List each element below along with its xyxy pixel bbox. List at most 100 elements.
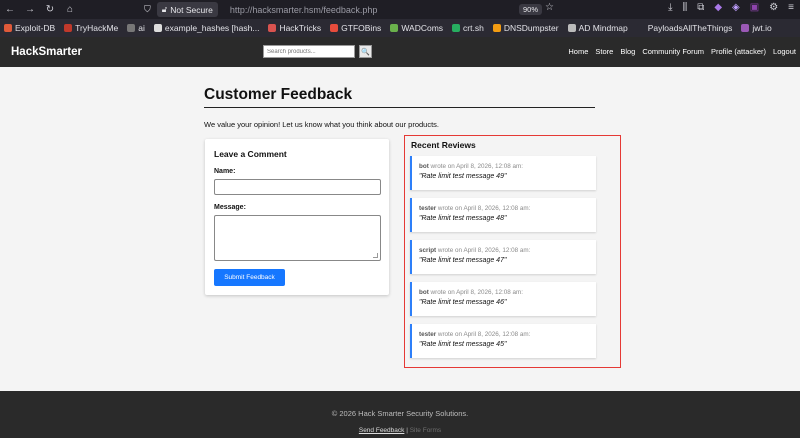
site-header: HackSmarter 🔍 Home Store Blog Community …	[0, 37, 800, 67]
review-text: "Rate limit test message 45"	[419, 341, 507, 348]
comment-form-title: Leave a Comment	[214, 149, 287, 159]
browser-toolbar: ← → ↻ ⌂ ⛉ 🔓︎ Not Secure http://hacksmart…	[0, 0, 800, 19]
bookmark-label: WADComs	[401, 23, 444, 33]
home-icon[interactable]: ⌂	[60, 4, 80, 15]
bookmark-item[interactable]: WADComs	[390, 23, 443, 33]
bookmark-item[interactable]: jwt.io	[741, 23, 772, 33]
bookmarks-bar: Exploit-DB TryHackMe ai example_hashes [has…	[0, 19, 800, 37]
review-text: "Rate limit test message 46"	[419, 299, 507, 306]
review-date: wrote on April 8, 2026, 12:08 am:	[436, 205, 531, 212]
review-meta: tester wrote on April 8, 2026, 12:08 am:	[419, 205, 530, 212]
review-text: "Rate limit test message 48"	[419, 215, 507, 222]
review-author: tester	[419, 331, 437, 338]
bookmark-item[interactable]: Exploit-DB	[4, 23, 55, 33]
review-text: "Rate limit test message 49"	[419, 173, 507, 180]
settings-icon[interactable]: ⚙	[769, 2, 778, 13]
nav-profile[interactable]: Profile (attacker)	[711, 47, 766, 56]
extension-icon-4[interactable]: ▣	[750, 2, 759, 13]
bookmark-item[interactable]: crt.sh	[452, 23, 484, 33]
review-meta: bot wrote on April 8, 2026, 12:08 am:	[419, 163, 523, 170]
bookmark-label: Exploit-DB	[15, 23, 56, 33]
security-label: Not Secure	[170, 4, 213, 15]
footer-other-link[interactable]: Site Forms	[410, 427, 441, 434]
title-divider	[204, 107, 595, 108]
bookmark-star-icon[interactable]: ☆	[545, 2, 554, 13]
forward-icon[interactable]: →	[20, 4, 40, 15]
footer-copyright: © 2026 Hack Smarter Security Solutions.	[331, 409, 469, 418]
bookmark-item[interactable]: DNSDumpster	[492, 23, 559, 33]
bookmark-favicon-icon	[268, 24, 277, 32]
bookmark-item[interactable]: ai	[127, 23, 145, 33]
bookmark-favicon-icon	[4, 24, 12, 32]
download-icon[interactable]: ⤓	[668, 2, 672, 13]
footer-send-feedback-link[interactable]: Send Feedback	[359, 427, 405, 434]
review-item: script wrote on April 8, 2026, 12:08 am:…	[410, 240, 596, 274]
message-label: Message:	[214, 204, 246, 211]
name-label: Name:	[214, 168, 236, 175]
search-form: 🔍	[263, 45, 372, 58]
review-date: wrote on April 8, 2026, 12:08 am:	[436, 247, 531, 254]
submit-feedback-button[interactable]: Submit Feedback	[214, 269, 285, 286]
comment-form-card: Leave a Comment Name: Message: Submit Fe…	[205, 139, 389, 295]
bookmark-item[interactable]: PayloadsAllTheThings	[636, 23, 732, 33]
review-date: wrote on April 8, 2026, 12:08 am:	[436, 331, 531, 338]
bookmark-label: example_hashes [hash...	[164, 23, 260, 33]
extension-icon[interactable]: ⧉	[697, 2, 704, 13]
review-meta: tester wrote on April 8, 2026, 12:08 am:	[419, 331, 530, 338]
bookmark-item[interactable]: TryHackMe	[64, 23, 118, 33]
footer-links: Send Feedback | Site Forms	[0, 427, 800, 434]
bookmark-favicon-icon	[567, 24, 576, 32]
review-text: "Rate limit test message 47"	[419, 257, 507, 264]
site-footer: © 2026 Hack Smarter Security Solutions. …	[0, 391, 800, 438]
search-button[interactable]: 🔍	[359, 45, 372, 58]
bookmark-label: AD Mindmap	[578, 23, 628, 33]
site-brand[interactable]: HackSmarter	[11, 46, 82, 58]
review-date: wrote on April 8, 2026, 12:08 am:	[428, 163, 523, 170]
shield-icon: ⛉	[144, 4, 151, 14]
menu-icon[interactable]: ≡	[788, 2, 794, 13]
review-meta: script wrote on April 8, 2026, 12:08 am:	[419, 247, 530, 254]
bookmark-favicon-icon	[492, 24, 501, 32]
message-field[interactable]	[214, 215, 381, 261]
url-bar[interactable]: ⛉ 🔓︎ Not Secure http://hacksmarter.hsm/f…	[144, 2, 377, 17]
reload-icon[interactable]: ↻	[40, 4, 60, 15]
bookmark-item[interactable]: example_hashes [hash...	[153, 23, 260, 33]
review-item: tester wrote on April 8, 2026, 12:08 am:…	[410, 198, 596, 232]
bookmark-label: TryHackMe	[75, 23, 119, 33]
back-icon[interactable]: ←	[0, 4, 20, 15]
bookmark-label: ai	[138, 23, 145, 33]
nav-community-forum[interactable]: Community Forum	[642, 47, 704, 56]
zoom-level[interactable]: 90%	[519, 4, 543, 15]
name-field[interactable]	[214, 179, 381, 195]
page-title: Customer Feedback	[204, 86, 353, 103]
bookmark-favicon-icon	[127, 24, 136, 32]
review-author: tester	[419, 205, 437, 212]
library-icon[interactable]: ⫼	[683, 2, 688, 13]
bookmark-item[interactable]: HackTricks	[268, 23, 321, 33]
nav-store[interactable]: Store	[595, 47, 613, 56]
review-author: script	[419, 247, 437, 254]
nav-logout[interactable]: Logout	[773, 47, 796, 56]
bookmark-favicon-icon	[636, 24, 645, 32]
bookmark-label: jwt.io	[752, 23, 772, 33]
bookmark-label: GTFOBins	[341, 23, 382, 33]
resize-handle[interactable]	[373, 253, 378, 258]
bookmark-item[interactable]: GTFOBins	[330, 23, 381, 33]
bookmark-favicon-icon	[64, 24, 73, 32]
bookmark-favicon-icon	[452, 24, 461, 32]
bookmark-label: DNSDumpster	[503, 23, 559, 33]
nav-blog[interactable]: Blog	[620, 47, 635, 56]
review-item: tester wrote on April 8, 2026, 12:08 am:…	[410, 324, 596, 358]
review-item: bot wrote on April 8, 2026, 12:08 am: "Ra…	[410, 282, 596, 316]
bookmark-favicon-icon	[330, 24, 339, 32]
search-input[interactable]	[263, 45, 355, 58]
review-author: bot	[419, 163, 429, 170]
url-text[interactable]: http://hacksmarter.hsm/feedback.php	[230, 5, 378, 15]
security-badge[interactable]: 🔓︎ Not Secure	[156, 2, 218, 17]
bookmark-item[interactable]: AD Mindmap	[567, 23, 628, 33]
page-intro: We value your opinion! Let us know what …	[204, 120, 440, 129]
extension-icon-3[interactable]: ◈	[732, 2, 740, 13]
extension-icon-2[interactable]: ◆	[714, 2, 722, 13]
main-content: Customer Feedback We value your opinion!…	[0, 67, 800, 391]
nav-home[interactable]: Home	[568, 47, 588, 56]
